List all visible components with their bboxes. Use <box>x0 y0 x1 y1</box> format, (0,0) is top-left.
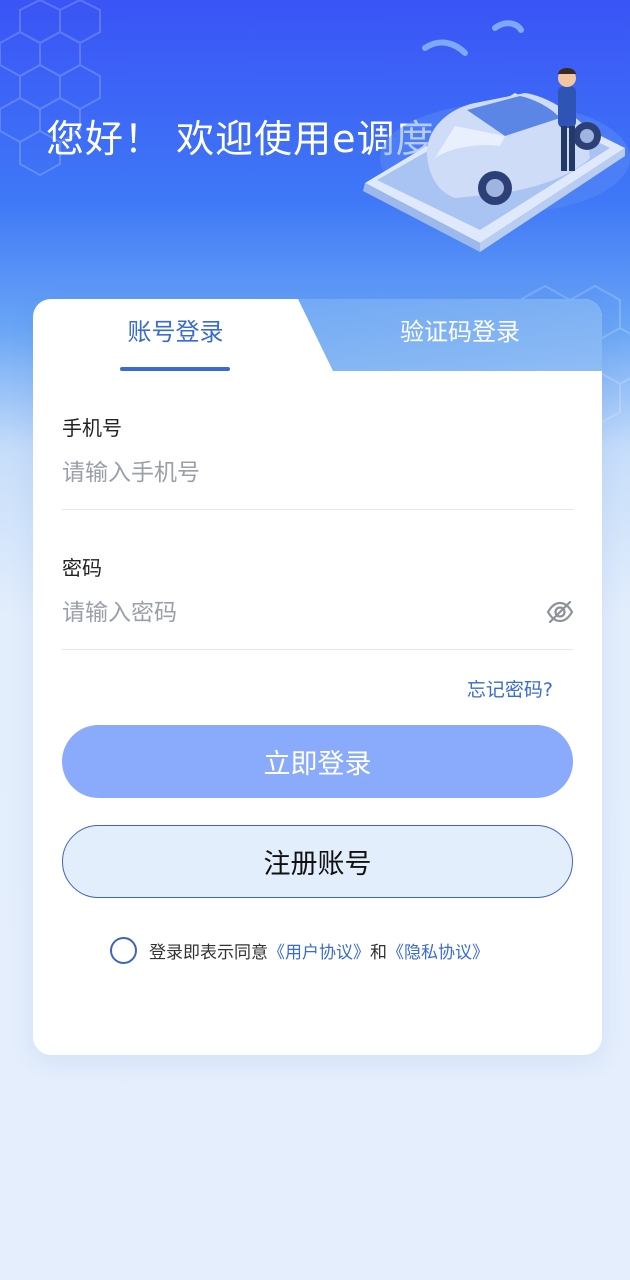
user-agreement-link[interactable]: 《用户协议》 <box>268 938 370 963</box>
phone-divider <box>62 509 573 510</box>
tab-account-login[interactable]: 账号登录 <box>33 299 318 371</box>
phone-car-illustration <box>363 20 630 252</box>
login-button[interactable]: 立即登录 <box>62 725 573 798</box>
agreement-conjunction: 和 <box>370 942 387 963</box>
password-label: 密码 <box>62 556 102 580</box>
login-card: 账号登录 验证码登录 手机号 密码 忘记密码? 立即登录 注册账号 登录即表示同… <box>33 299 602 1055</box>
forgot-password-link[interactable]: 忘记密码? <box>413 675 553 702</box>
phone-label: 手机号 <box>62 416 122 440</box>
password-divider <box>62 649 573 650</box>
register-button[interactable]: 注册账号 <box>62 825 573 898</box>
phone-input[interactable] <box>62 451 573 495</box>
agreement-row: 登录即表示同意 《用户协议》 和 《隐私协议》 <box>110 936 489 964</box>
eye-off-icon[interactable] <box>546 599 574 625</box>
privacy-policy-link[interactable]: 《隐私协议》 <box>387 938 489 963</box>
tab-code-login[interactable]: 验证码登录 <box>318 299 602 371</box>
login-tabs: 账号登录 验证码登录 <box>33 299 602 371</box>
agreement-prefix: 登录即表示同意 <box>149 942 268 963</box>
password-input[interactable] <box>62 591 532 635</box>
active-tab-indicator <box>120 367 230 371</box>
agreement-checkbox[interactable] <box>110 936 137 964</box>
